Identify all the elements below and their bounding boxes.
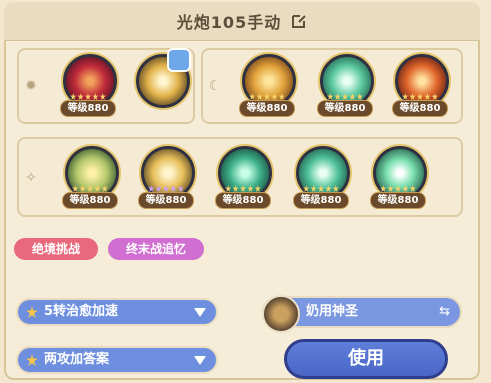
dropdown-label: 5转治愈加速: [44, 304, 119, 319]
star-icon: [26, 306, 38, 318]
skill-level: 等级880: [317, 100, 373, 117]
skill-level: 等级880: [392, 100, 448, 117]
blue-sword-badge: [167, 48, 191, 72]
preset-dropdown-1[interactable]: 5转治愈加速: [16, 298, 218, 326]
tag-challenge[interactable]: 绝境挑战: [14, 238, 98, 260]
skill-level: 等级880: [215, 192, 271, 209]
skill-slot[interactable]: 等级880: [370, 144, 427, 210]
skill-level: 等级880: [138, 192, 194, 209]
avatar: [262, 295, 300, 333]
swap-label: 奶用神圣: [306, 304, 359, 319]
sun-icon: ✹: [25, 78, 37, 94]
skill-level: 等级880: [293, 192, 349, 209]
skill-level: 等级880: [62, 192, 118, 209]
title-bar: 光炮105手动: [4, 2, 480, 41]
star-icon: [26, 354, 38, 366]
skill-slot[interactable]: 等级880: [239, 52, 296, 118]
skill-slot[interactable]: 等级880: [392, 52, 449, 118]
use-button[interactable]: 使用: [284, 339, 448, 379]
skill-slot[interactable]: 等级880: [317, 52, 374, 118]
skill-slot[interactable]: 等级880: [138, 144, 195, 210]
sparkle-icon: ✧: [25, 170, 37, 186]
tag-final-battle[interactable]: 终末战追忆: [108, 238, 204, 260]
swap-arrows-icon: ⇆: [439, 304, 450, 319]
edit-icon[interactable]: [291, 13, 307, 29]
skill-slot[interactable]: [133, 48, 191, 118]
skill-level: 等级880: [370, 192, 426, 209]
skill-slot[interactable]: 等级880: [62, 144, 119, 210]
moon-icon: ☾: [208, 78, 222, 94]
swap-preset-button[interactable]: 奶用神圣 ⇆: [262, 295, 462, 333]
chevron-down-icon: [194, 356, 206, 365]
skill-slot[interactable]: 等级880: [215, 144, 272, 210]
skill-slot[interactable]: 等级880: [293, 144, 350, 210]
skill-slot[interactable]: 等级880: [60, 52, 117, 118]
preset-dropdown-2[interactable]: 两攻加答案: [16, 346, 218, 374]
chevron-down-icon: [194, 308, 206, 317]
loadout-title: 光炮105手动: [176, 13, 282, 32]
dropdown-label: 两攻加答案: [44, 352, 110, 367]
skill-level: 等级880: [239, 100, 295, 117]
skill-level: 等级880: [60, 100, 116, 117]
